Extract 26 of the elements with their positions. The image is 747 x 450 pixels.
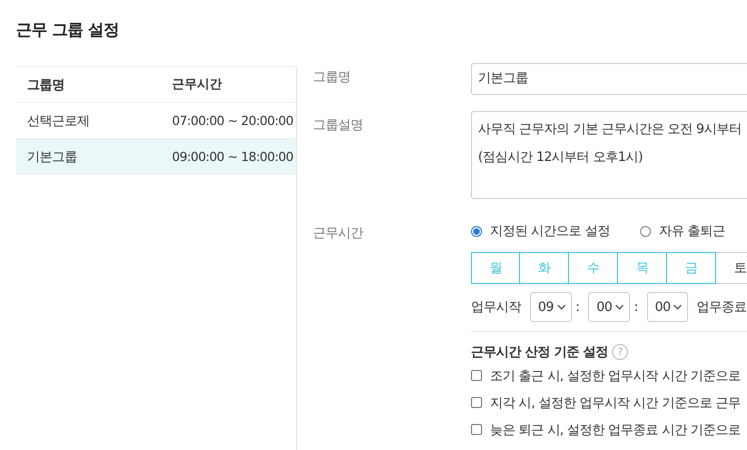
time-select[interactable]: 00 bbox=[588, 292, 630, 322]
time-select[interactable]: 00 bbox=[646, 292, 688, 322]
chevron-down-icon bbox=[614, 304, 624, 310]
group-row[interactable]: 기본그룹 09:00:00 ~ 18:00:00 bbox=[16, 139, 296, 175]
criteria-checkbox[interactable]: 지각 시, 설정한 업무시작 시간 기준으로 근무 bbox=[471, 389, 747, 416]
column-header: 근무시간 bbox=[172, 76, 222, 93]
chevron-down-icon bbox=[556, 304, 566, 310]
section-title: 근무시간 산정 기준 설정 bbox=[471, 344, 608, 361]
chevron-down-icon bbox=[673, 304, 682, 310]
field-label: 근무시간 bbox=[313, 225, 364, 243]
time-separator: : bbox=[634, 300, 638, 314]
criteria-checkbox[interactable]: 조기 출근 시, 설정한 업무시작 시간 기준으로 bbox=[471, 362, 747, 389]
mode-radio[interactable]: 자유 출퇴근 bbox=[640, 222, 725, 240]
field-label: 그룹설명 bbox=[313, 117, 364, 135]
criteria-checkbox[interactable]: 늦은 퇴근 시, 설정한 업무종료 시간 기준으로 bbox=[471, 416, 747, 443]
group-description-field[interactable]: 사무직 근무자의 기본 근무시간은 오전 9시부터 (점심시간 12시부터 오후1시) bbox=[471, 111, 747, 199]
column-header: 그룹명 bbox=[26, 76, 66, 94]
field-label: 그룹명 bbox=[313, 69, 352, 87]
start-label: 업무시작 bbox=[471, 299, 521, 316]
end-label: 업무종료 bbox=[696, 299, 746, 316]
time-select[interactable]: 09 bbox=[530, 292, 572, 322]
time-separator: : bbox=[576, 300, 580, 314]
mode-radio[interactable]: 지정된 시간으로 설정 bbox=[471, 222, 610, 240]
page-title: 근무 그룹 설정 bbox=[15, 19, 120, 41]
group-name-field[interactable]: 기본그룹 bbox=[471, 63, 747, 95]
day-toggle[interactable]: 토 bbox=[716, 252, 747, 284]
